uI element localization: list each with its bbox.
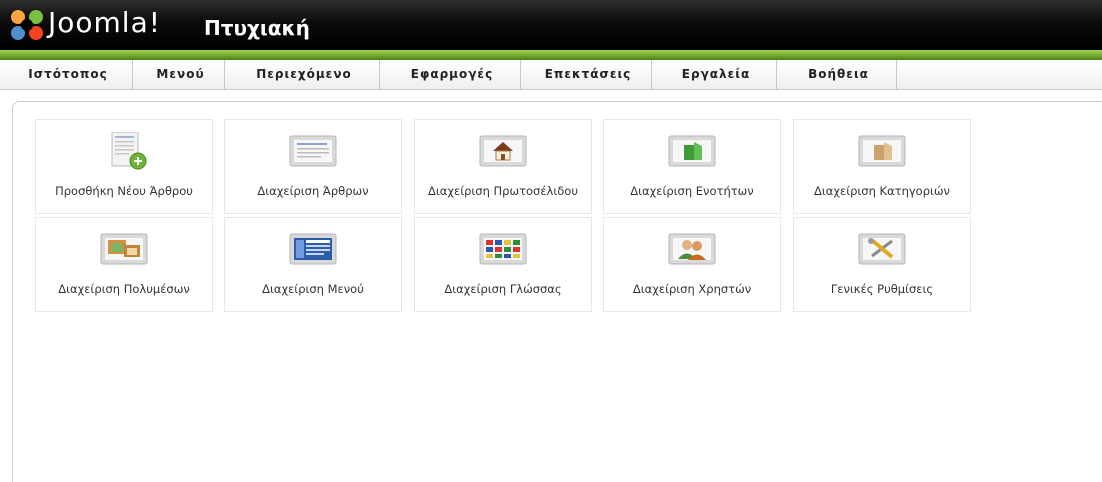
category-manager-button[interactable]: Διαχείριση Κατηγοριών bbox=[793, 119, 971, 214]
language-manager-button[interactable]: Διαχείριση Γλώσσας bbox=[414, 217, 592, 312]
global-config-button[interactable]: Γενικές Ρυθμίσεις bbox=[793, 217, 971, 312]
media-manager-label: Διαχείριση Πολυμέσων bbox=[58, 282, 190, 296]
add-article-icon bbox=[111, 132, 147, 170]
control-panel: Προσθήκη Νέου Άρθρου Διαχείριση Άρθρων Δ… bbox=[12, 101, 1102, 482]
article-manager-button[interactable]: Διαχείριση Άρθρων bbox=[224, 119, 402, 214]
menu-item-extensions[interactable]: Επεκτάσεις bbox=[521, 60, 652, 89]
site-name: Πτυχιακή bbox=[204, 16, 310, 40]
frontpage-manager-icon bbox=[479, 135, 527, 167]
article-manager-label: Διαχείριση Άρθρων bbox=[257, 184, 369, 198]
menu-item-site[interactable]: Ιστότοπος bbox=[0, 60, 133, 89]
menu-item-content[interactable]: Περιεχόμενο bbox=[225, 60, 380, 89]
language-manager-icon bbox=[479, 233, 527, 265]
frontpage-manager-button[interactable]: Διαχείριση Πρωτοσέλιδου bbox=[414, 119, 592, 214]
joomla-brand-text: Joomla! bbox=[48, 6, 161, 39]
header-bar: Joomla! Πτυχιακή bbox=[0, 0, 1102, 50]
section-manager-button[interactable]: Διαχείριση Ενοτήτων bbox=[603, 119, 781, 214]
add-article-label: Προσθήκη Νέου Άρθρου bbox=[55, 184, 193, 198]
menu-item-menus[interactable]: Μενού bbox=[133, 60, 225, 89]
global-config-icon bbox=[858, 233, 906, 265]
frontpage-manager-label: Διαχείριση Πρωτοσέλιδου bbox=[428, 184, 578, 198]
joomla-logo-icon bbox=[11, 10, 43, 40]
category-manager-label: Διαχείριση Κατηγοριών bbox=[814, 184, 950, 198]
menu-manager-button[interactable]: Διαχείριση Μενού bbox=[224, 217, 402, 312]
media-manager-button[interactable]: Διαχείριση Πολυμέσων bbox=[35, 217, 213, 312]
user-manager-label: Διαχείριση Χρηστών bbox=[632, 282, 752, 296]
article-manager-icon bbox=[289, 135, 337, 167]
add-article-button[interactable]: Προσθήκη Νέου Άρθρου bbox=[35, 119, 213, 214]
section-manager-label: Διαχείριση Ενοτήτων bbox=[630, 184, 754, 198]
user-manager-button[interactable]: Διαχείριση Χρηστών bbox=[603, 217, 781, 312]
media-manager-icon bbox=[100, 233, 148, 265]
user-manager-icon bbox=[668, 233, 716, 265]
menu-item-tools[interactable]: Εργαλεία bbox=[652, 60, 777, 89]
menu-item-components[interactable]: Εφαρμογές bbox=[380, 60, 521, 89]
menu-manager-icon bbox=[289, 233, 337, 265]
menu-item-help[interactable]: Βοήθεια bbox=[777, 60, 897, 89]
category-manager-icon bbox=[858, 135, 906, 167]
menu-manager-label: Διαχείριση Μενού bbox=[262, 282, 364, 296]
section-manager-icon bbox=[668, 135, 716, 167]
language-manager-label: Διαχείριση Γλώσσας bbox=[444, 282, 562, 296]
global-config-label: Γενικές Ρυθμίσεις bbox=[830, 282, 934, 296]
main-menu-bar: Ιστότοπος Μενού Περιεχόμενο Εφαρμογές Επ… bbox=[0, 60, 1102, 90]
header-accent-stripe bbox=[0, 50, 1102, 60]
